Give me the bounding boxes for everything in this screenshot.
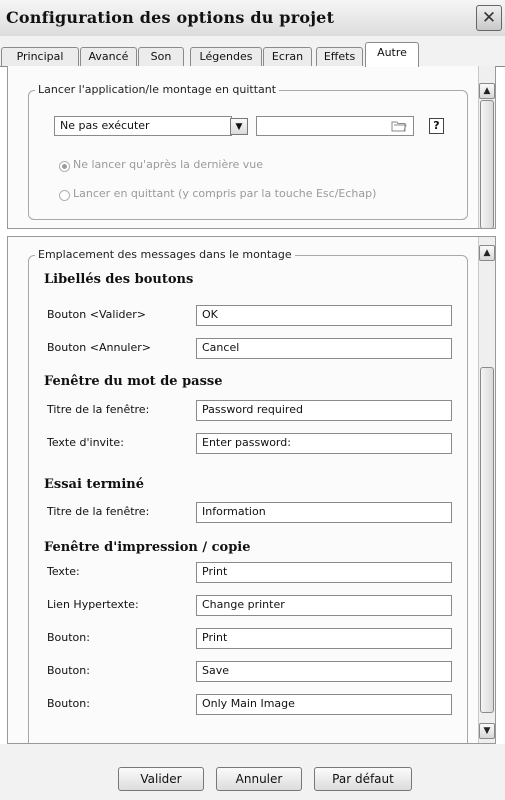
validate-button[interactable]: Valider bbox=[118, 767, 204, 791]
help-icon[interactable]: ? bbox=[429, 118, 444, 134]
scroll-down-icon[interactable]: ▼ bbox=[479, 723, 495, 739]
tab-principal[interactable]: Principal bbox=[1, 47, 79, 66]
radio-after-last-view[interactable] bbox=[59, 161, 70, 172]
print-button1-label: Bouton: bbox=[47, 631, 90, 644]
cancel-button-label: Bouton <Annuler> bbox=[47, 341, 151, 354]
print-hyperlink-input[interactable]: Change printer bbox=[196, 595, 452, 616]
validate-button-label: Bouton <Valider> bbox=[47, 308, 146, 321]
tab-autre[interactable]: Autre bbox=[365, 42, 419, 67]
print-text-input[interactable]: Print bbox=[196, 562, 452, 583]
print-button1-input[interactable]: Print bbox=[196, 628, 452, 649]
tab-avance[interactable]: Avancé bbox=[80, 47, 137, 66]
radio-launch-on-quit[interactable] bbox=[59, 190, 70, 201]
panel-separator bbox=[0, 229, 505, 236]
password-prompt-label: Texte d'invite: bbox=[47, 436, 124, 449]
scroll-up-icon[interactable]: ▲ bbox=[479, 83, 495, 99]
launch-scrollbar[interactable]: ▲ bbox=[478, 66, 495, 228]
folder-open-icon[interactable] bbox=[391, 119, 407, 133]
cancel-button[interactable]: Annuler bbox=[216, 767, 302, 791]
default-button[interactable]: Par défaut bbox=[314, 767, 412, 791]
print-button3-label: Bouton: bbox=[47, 697, 90, 710]
chevron-down-icon[interactable]: ▼ bbox=[230, 118, 248, 135]
launch-mode-select[interactable]: Ne pas exécuter bbox=[54, 116, 232, 136]
scroll-up-icon[interactable]: ▲ bbox=[479, 245, 495, 261]
close-icon[interactable]: ✕ bbox=[476, 5, 502, 31]
print-button3-input[interactable]: Only Main Image bbox=[196, 694, 452, 715]
print-text-label: Texte: bbox=[47, 565, 80, 578]
password-prompt-input[interactable]: Enter password: bbox=[196, 433, 452, 454]
print-section-heading: Fenêtre d'impression / copie bbox=[44, 540, 251, 555]
print-button2-input[interactable]: Save bbox=[196, 661, 452, 682]
title-bar: Configuration des options du projet ✕ bbox=[0, 0, 505, 37]
messages-group-legend: Emplacement des messages dans le montage bbox=[35, 248, 295, 261]
buttons-section-heading: Libellés des boutons bbox=[44, 272, 194, 287]
launch-group-legend: Lancer l'application/le montage en quitt… bbox=[35, 83, 280, 96]
print-button2-label: Bouton: bbox=[47, 664, 90, 677]
scroll-thumb[interactable] bbox=[480, 100, 494, 228]
tab-effets[interactable]: Effets bbox=[316, 47, 363, 66]
radio-after-last-view-label: Ne lancer qu'après la dernière vue bbox=[73, 158, 264, 171]
launch-groupbox bbox=[28, 90, 468, 220]
messages-panel: Emplacement des messages dans le montage… bbox=[7, 236, 496, 744]
radio-launch-on-quit-label: Lancer en quittant (y compris par la tou… bbox=[73, 187, 377, 200]
cancel-button-input[interactable]: Cancel bbox=[196, 338, 452, 359]
tab-son[interactable]: Son bbox=[138, 47, 184, 66]
messages-scrollbar[interactable]: ▲ ▼ bbox=[478, 237, 495, 743]
launch-panel: Lancer l'application/le montage en quitt… bbox=[7, 66, 496, 229]
tab-legendes[interactable]: Légendes bbox=[190, 47, 262, 66]
launch-mode-value: Ne pas exécuter bbox=[60, 119, 150, 132]
password-window-title-label: Titre de la fenêtre: bbox=[47, 403, 150, 416]
tab-ecran[interactable]: Ecran bbox=[263, 47, 312, 66]
password-section-heading: Fenêtre du mot de passe bbox=[44, 374, 223, 389]
print-hyperlink-label: Lien Hypertexte: bbox=[47, 598, 139, 611]
trial-window-title-label: Titre de la fenêtre: bbox=[47, 505, 150, 518]
validate-button-input[interactable]: OK bbox=[196, 305, 452, 326]
trial-window-title-input[interactable]: Information bbox=[196, 502, 452, 523]
trial-section-heading: Essai terminé bbox=[44, 477, 144, 492]
password-window-title-input[interactable]: Password required bbox=[196, 400, 452, 421]
window-title: Configuration des options du projet bbox=[6, 8, 335, 27]
scroll-thumb[interactable] bbox=[480, 367, 494, 713]
